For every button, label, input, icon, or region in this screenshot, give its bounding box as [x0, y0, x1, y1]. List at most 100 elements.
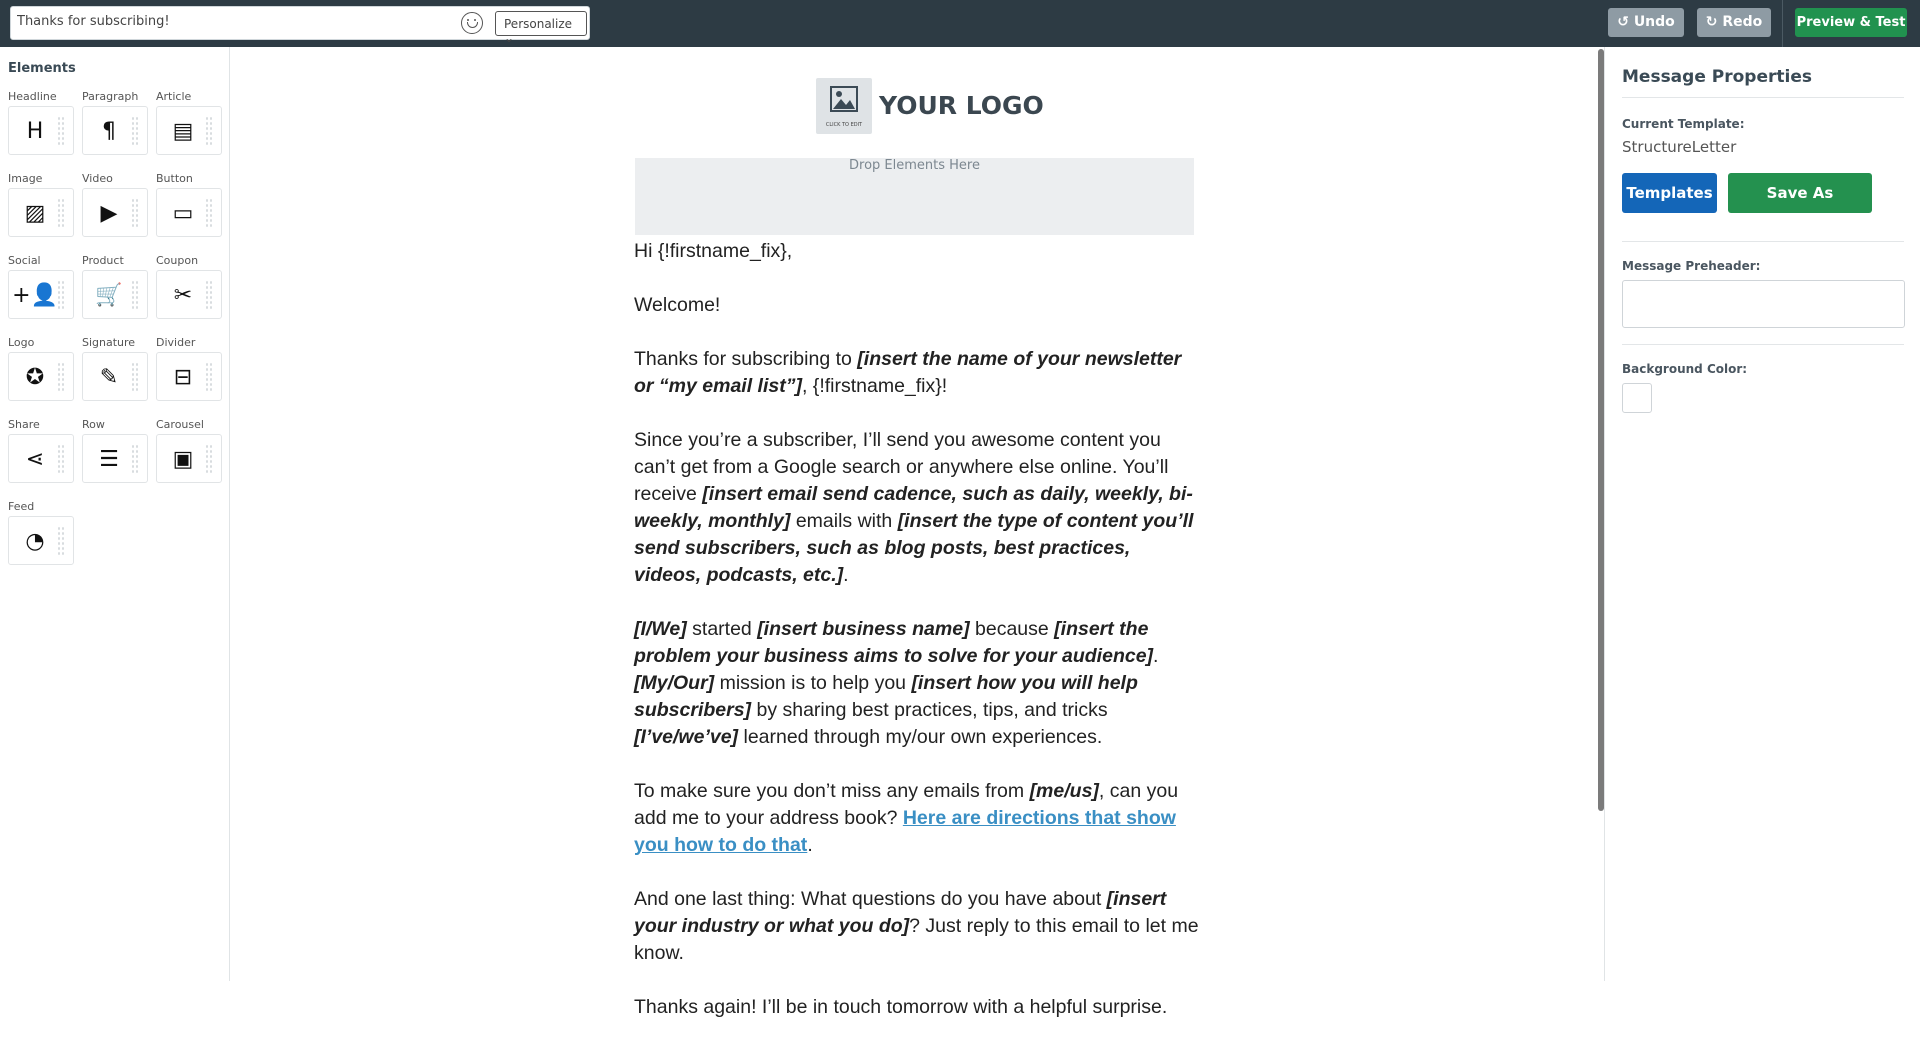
element-tile[interactable]: ▭ — [156, 188, 222, 237]
email-paragraph[interactable]: And one last thing: What questions do yo… — [634, 886, 1200, 967]
sidebar-title: Elements — [8, 61, 76, 76]
element-label: Signature — [82, 336, 136, 349]
element-label: Share — [8, 418, 40, 431]
panel-title: Message Properties — [1622, 67, 1812, 87]
save-as-template-button[interactable]: Save As Template — [1728, 173, 1872, 242]
logo-caption: CLICK TO EDIT — [825, 122, 863, 128]
body-text: because — [969, 618, 1055, 640]
element-tile[interactable]: ⊟ — [156, 352, 222, 401]
logo-text: YOUR LOGO — [879, 91, 1044, 120]
element-tile[interactable]: 🛒 — [82, 270, 148, 319]
element-tile[interactable]: ▤ — [156, 106, 222, 155]
logo-placeholder[interactable]: CLICK TO EDIT — [816, 78, 872, 134]
drag-handle-icon[interactable] — [57, 280, 65, 310]
placeholder-text: [My/Our] — [634, 672, 715, 694]
element-social[interactable]: Social +👤 — [8, 254, 74, 319]
personalize-dropdown[interactable]: Personalize ⌄ — [495, 11, 587, 45]
smiley-icon[interactable] — [461, 12, 483, 34]
element-image[interactable]: Image ▨ — [8, 172, 74, 237]
email-paragraph[interactable]: Welcome! — [634, 292, 1200, 319]
element-feed[interactable]: Feed ◔ — [8, 500, 74, 565]
element-tile[interactable]: ▣ — [156, 434, 222, 483]
drag-handle-icon[interactable] — [131, 444, 139, 474]
element-label: Button — [156, 172, 193, 185]
drag-handle-icon[interactable] — [131, 280, 139, 310]
undo-button[interactable]: ↺ Undo — [1608, 8, 1684, 37]
chevron-down-icon: ⌄ — [504, 31, 515, 45]
drop-zone[interactable]: Drop Elements Here — [635, 158, 1194, 235]
placeholder-text: [I/We] — [634, 618, 687, 640]
templates-button[interactable]: Templates — [1622, 173, 1717, 213]
element-tile[interactable]: ✂ — [156, 270, 222, 319]
drag-handle-icon[interactable] — [205, 444, 213, 474]
body-text: . — [843, 564, 849, 586]
drag-handle-icon[interactable] — [205, 116, 213, 146]
element-tile[interactable]: ✎ — [82, 352, 148, 401]
element-paragraph[interactable]: Paragraph ¶ — [82, 90, 148, 155]
background-color-swatch[interactable] — [1622, 383, 1652, 413]
element-article[interactable]: Article ▤ — [156, 90, 222, 155]
email-body[interactable]: Hi {!firstname_fix}, Welcome! Thanks for s… — [634, 238, 1200, 1048]
element-label: Row — [82, 418, 105, 431]
drag-handle-icon[interactable] — [131, 362, 139, 392]
preview-test-button[interactable]: Preview & Test — [1795, 8, 1907, 37]
element-tile[interactable]: ⋖ — [8, 434, 74, 483]
redo-button[interactable]: ↻ Redo — [1697, 8, 1771, 37]
divider-icon: ⊟ — [173, 364, 193, 390]
element-video[interactable]: Video ▶ — [82, 172, 148, 237]
drag-handle-icon[interactable] — [205, 198, 213, 228]
element-coupon[interactable]: Coupon ✂ — [156, 254, 222, 319]
headline-icon: H — [26, 118, 44, 144]
body-text: mission is to help you — [714, 672, 912, 694]
drag-handle-icon[interactable] — [57, 362, 65, 392]
drag-handle-icon[interactable] — [57, 444, 65, 474]
element-tile[interactable]: ☰ — [82, 434, 148, 483]
email-paragraph[interactable]: Since you’re a subscriber, I’ll send you… — [634, 427, 1200, 589]
drag-handle-icon[interactable] — [57, 116, 65, 146]
social-icon: +👤 — [12, 282, 58, 308]
element-tile[interactable]: H — [8, 106, 74, 155]
divider — [1622, 97, 1904, 98]
email-paragraph[interactable]: To make sure you don’t miss any emails f… — [634, 778, 1200, 859]
share-icon: ⋖ — [25, 446, 45, 472]
element-tile[interactable]: ◔ — [8, 516, 74, 565]
element-logo[interactable]: Logo ✪ — [8, 336, 74, 401]
body-text: emails with — [790, 510, 898, 532]
drag-handle-icon[interactable] — [131, 116, 139, 146]
paragraph-icon: ¶ — [102, 118, 116, 144]
drag-handle-icon[interactable] — [131, 198, 139, 228]
drag-handle-icon[interactable] — [205, 362, 213, 392]
drag-handle-icon[interactable] — [57, 198, 65, 228]
element-label: Product — [82, 254, 124, 267]
email-paragraph[interactable]: Hi {!firstname_fix}, — [634, 238, 1200, 265]
element-signature[interactable]: Signature ✎ — [82, 336, 148, 401]
element-tile[interactable]: ▨ — [8, 188, 74, 237]
email-paragraph[interactable]: [I/We] started [insert business name] be… — [634, 616, 1200, 751]
carousel-icon: ▣ — [172, 446, 194, 472]
element-button[interactable]: Button ▭ — [156, 172, 222, 237]
button-icon: ▭ — [172, 200, 194, 226]
element-divider[interactable]: Divider ⊟ — [156, 336, 222, 401]
element-tile[interactable]: ▶ — [82, 188, 148, 237]
drag-handle-icon[interactable] — [57, 526, 65, 556]
element-headline[interactable]: Headline H — [8, 90, 74, 155]
element-share[interactable]: Share ⋖ — [8, 418, 74, 483]
preheader-input[interactable] — [1622, 280, 1905, 328]
email-paragraph[interactable]: Thanks again! I’ll be in touch tomorrow … — [634, 994, 1200, 1021]
element-product[interactable]: Product 🛒 — [82, 254, 148, 319]
body-text: Thanks for subscribing to — [634, 348, 858, 370]
element-tile[interactable]: ✪ — [8, 352, 74, 401]
element-row[interactable]: Row ☰ — [82, 418, 148, 483]
body-text: To make sure you don’t miss any emails f… — [634, 780, 1030, 802]
element-tile[interactable]: ¶ — [82, 106, 148, 155]
body-text: Thanks again! I’ll be in touch tomorrow … — [634, 996, 1168, 1018]
element-label: Social — [8, 254, 41, 267]
drag-handle-icon[interactable] — [205, 280, 213, 310]
element-carousel[interactable]: Carousel ▣ — [156, 418, 222, 483]
background-color-label: Background Color: — [1622, 362, 1748, 376]
element-tile[interactable]: +👤 — [8, 270, 74, 319]
subject-field[interactable]: Personalize ⌄ — [10, 6, 590, 45]
email-paragraph[interactable]: Thanks for subscribing to [insert the na… — [634, 346, 1200, 400]
element-label: Video — [82, 172, 113, 185]
subject-input[interactable] — [17, 14, 457, 29]
